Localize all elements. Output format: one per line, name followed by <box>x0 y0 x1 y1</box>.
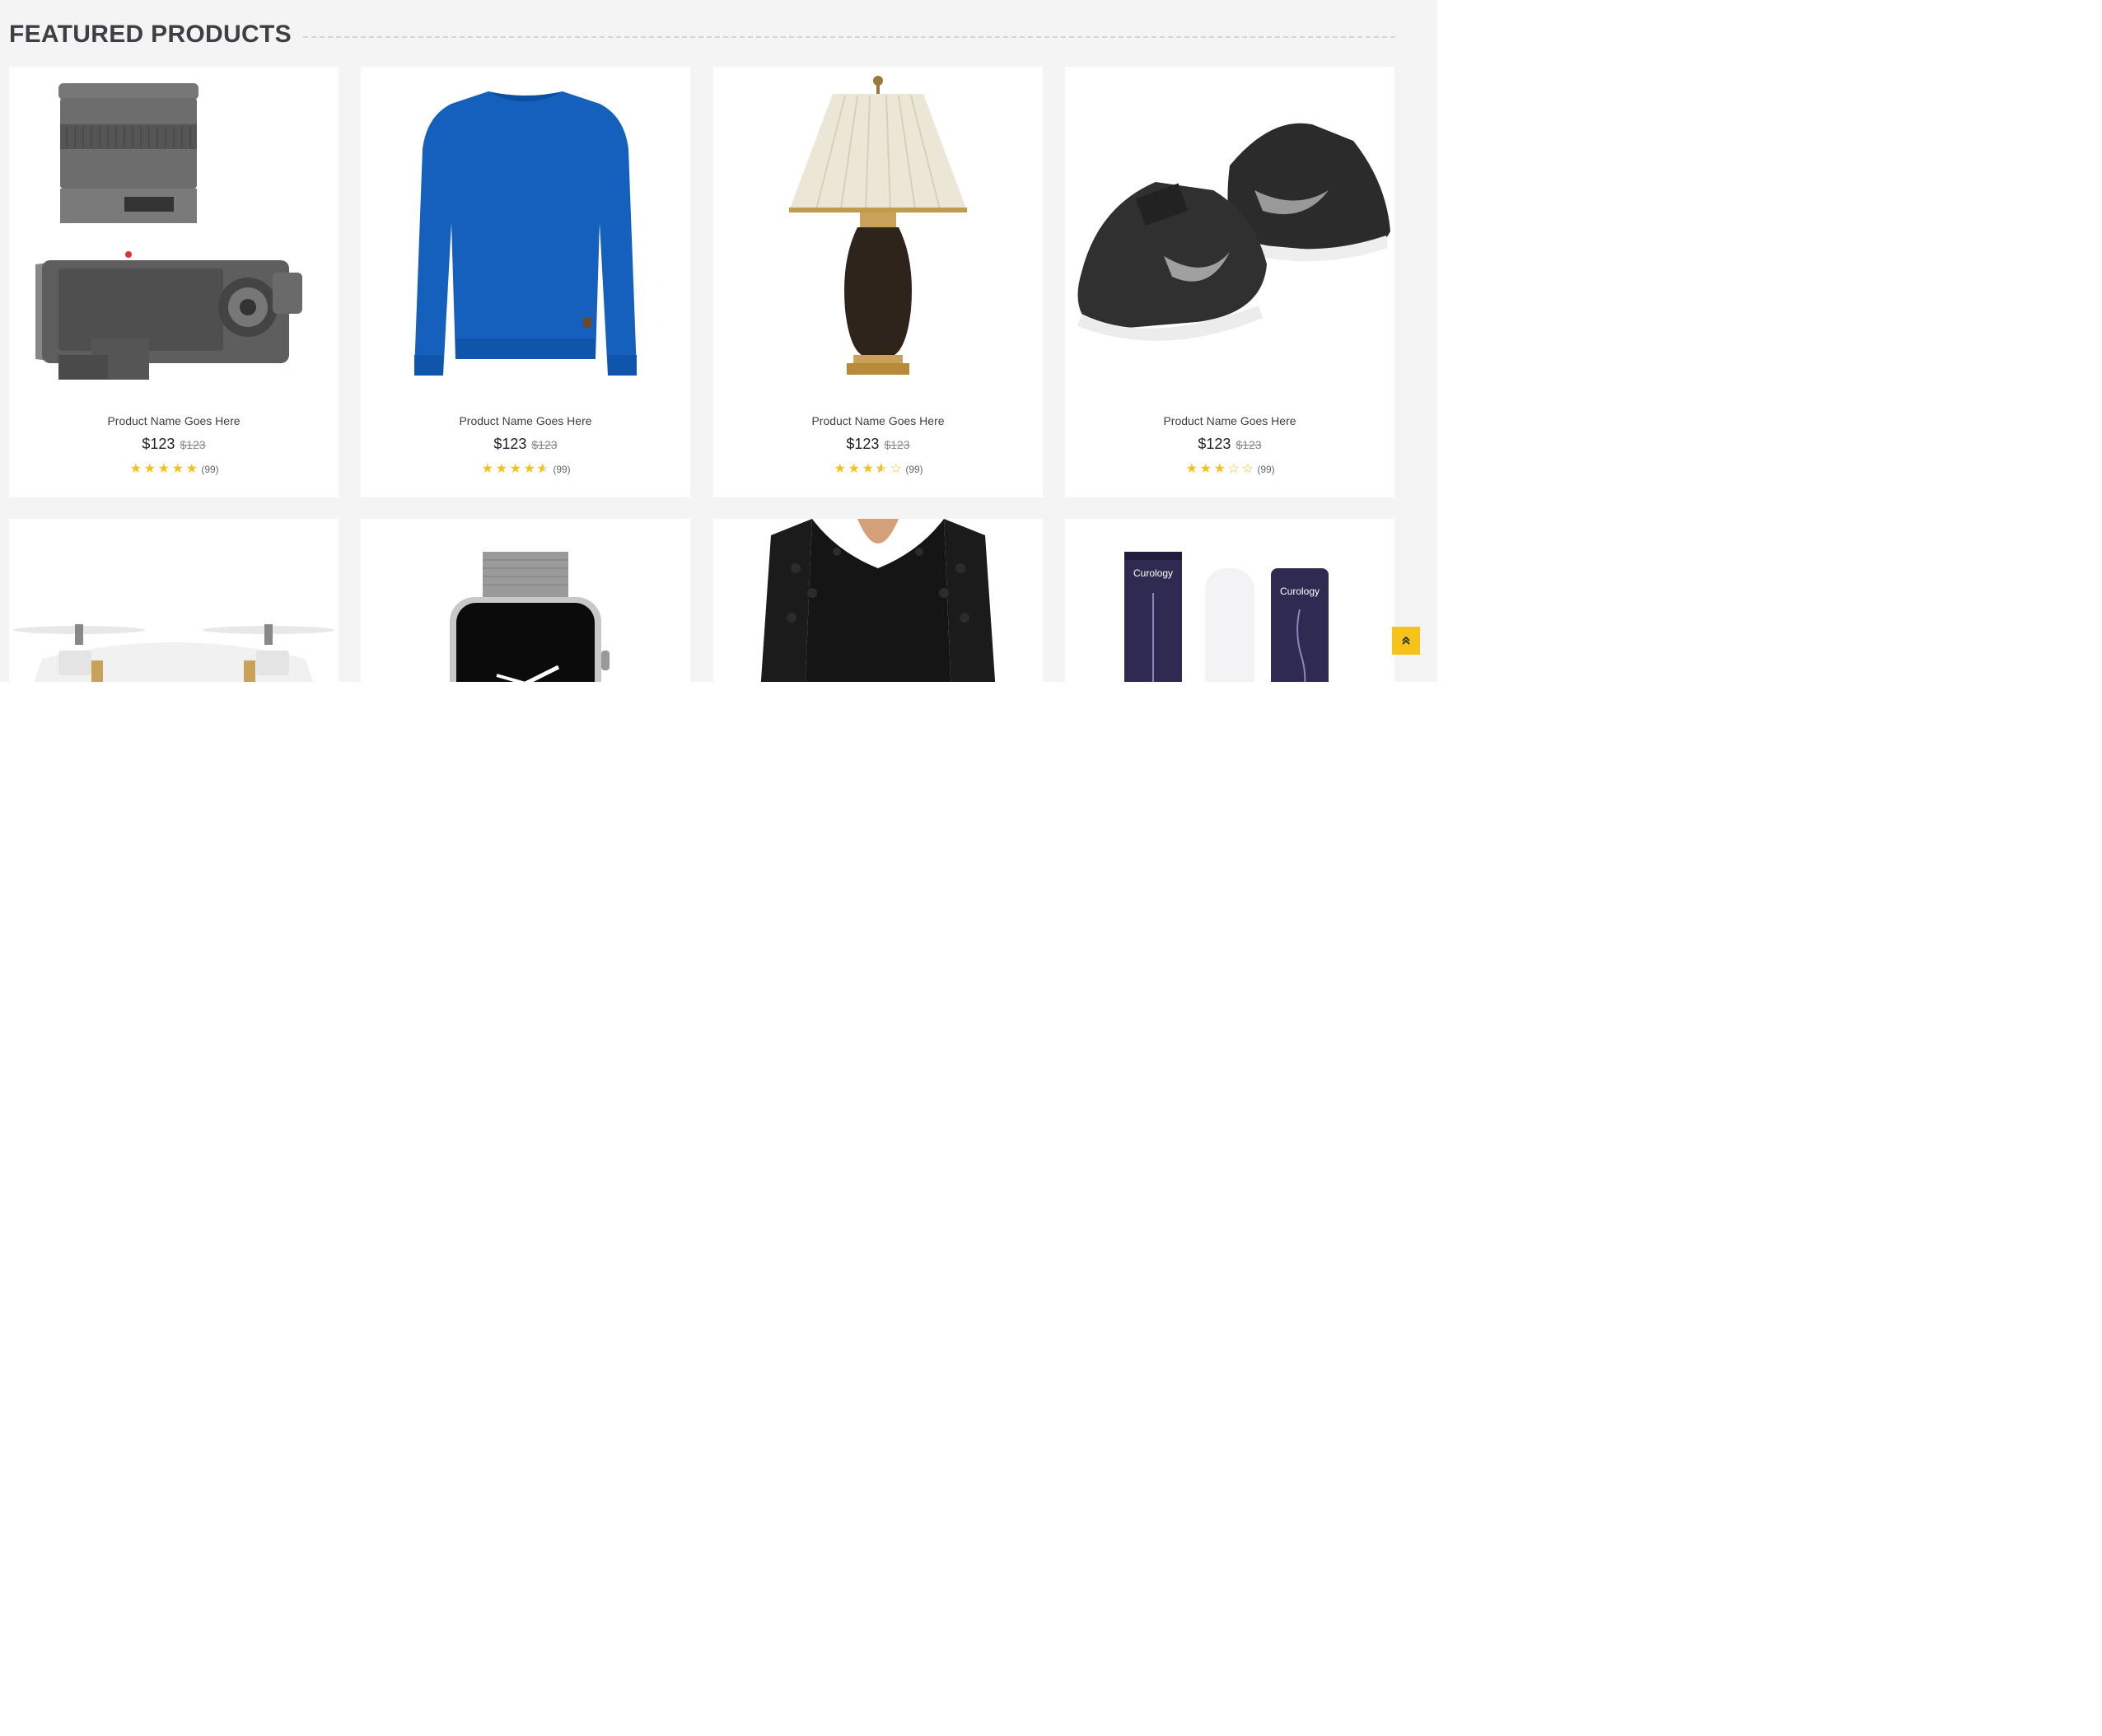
star-full-icon: ★ <box>157 462 170 476</box>
star-full-icon: ★ <box>509 462 521 476</box>
product-image-smartwatch[interactable] <box>361 519 690 682</box>
rating-row: ★★★★★(99) <box>361 460 690 477</box>
star-full-icon: ★ <box>523 462 535 476</box>
star-full-icon: ★ <box>481 462 493 476</box>
product-card[interactable]: Product Name Goes Here $123$123 ★★★★★(99… <box>9 67 339 497</box>
price-row: $123 $123 <box>1065 436 1394 453</box>
star-full-icon: ★ <box>171 462 184 476</box>
product-image-sneakers[interactable] <box>1065 67 1394 396</box>
review-count: (99) <box>201 464 219 475</box>
product-price: $123 <box>1198 436 1231 452</box>
tube-brand-label: Curology <box>1280 586 1320 597</box>
price-row: $123 $123 <box>9 436 339 453</box>
product-name[interactable]: Product Name Goes Here <box>713 414 1043 427</box>
price-row: $123 $123 <box>361 436 690 453</box>
star-full-icon: ★ <box>185 462 198 476</box>
product-name[interactable]: Product Name Goes Here <box>361 414 690 427</box>
rating-row: ★ ★ ★ ☆ ☆ (99) <box>1065 460 1394 477</box>
product-card[interactable]: Product Name Goes Here $123$123 ★★★★☆(99… <box>713 67 1043 497</box>
star-full-icon: ★ <box>1199 462 1212 476</box>
product-image-blue-sweater[interactable] <box>361 67 690 396</box>
double-chevron-up-icon <box>1402 636 1410 645</box>
product-card[interactable]: Product Name Goes Here $123 $123 ★ ★ ★ ☆ ☆ (99… <box>1065 67 1394 497</box>
star-empty-icon: ☆ <box>1241 462 1254 476</box>
star-full-icon: ★ <box>495 462 507 476</box>
product-image-black-lace-dress[interactable] <box>713 519 1043 682</box>
scroll-to-top-button[interactable] <box>1392 627 1420 655</box>
section-divider <box>302 36 1395 38</box>
product-name[interactable]: Product Name Goes Here <box>9 414 339 427</box>
star-full-icon: ★ <box>143 462 156 476</box>
star-full-icon: ★ <box>129 462 142 476</box>
star-empty-icon: ☆ <box>1227 462 1240 476</box>
product-image-skincare-tubes[interactable]: Curology Curology <box>1065 519 1394 682</box>
star-full-icon: ★ <box>848 462 860 476</box>
product-card[interactable] <box>361 519 690 682</box>
product-price: $123 <box>846 436 880 452</box>
star-full-icon: ★ <box>862 462 874 476</box>
page-viewport: FEATURED PRODUCTS Product Name Goes Here… <box>0 0 1437 682</box>
star-half-icon: ★ <box>536 460 550 477</box>
tube-brand-label: Curology <box>1133 567 1173 579</box>
star-half-icon: ★ <box>875 460 889 477</box>
star-full-icon: ★ <box>1185 462 1198 476</box>
product-image-camera[interactable] <box>9 67 339 396</box>
star-full-icon: ★ <box>1213 462 1226 476</box>
product-card[interactable]: Product Name Goes Here $123$123 ★★★★★(99… <box>361 67 690 497</box>
section-title: FEATURED PRODUCTS <box>9 21 292 48</box>
review-count: (99) <box>1257 464 1275 475</box>
star-full-icon: ★ <box>834 462 846 476</box>
star-empty-icon: ☆ <box>890 462 902 476</box>
product-old-price: $123 <box>180 438 206 451</box>
rating-row: ★★★★★(99) <box>9 460 339 477</box>
product-old-price: $123 <box>1236 438 1262 451</box>
product-price: $123 <box>142 436 175 452</box>
review-count: (99) <box>905 464 923 475</box>
rating-row: ★★★★☆(99) <box>713 460 1043 477</box>
product-image-drone[interactable] <box>9 519 339 682</box>
section-header: FEATURED PRODUCTS <box>9 18 1395 51</box>
price-row: $123 $123 <box>713 436 1043 453</box>
product-card[interactable]: Curology Curology <box>1065 519 1394 682</box>
product-old-price: $123 <box>531 438 558 451</box>
product-name[interactable]: Product Name Goes Here <box>1065 414 1394 427</box>
product-card[interactable] <box>713 519 1043 682</box>
product-card[interactable] <box>9 519 339 682</box>
review-count: (99) <box>553 464 571 475</box>
product-price: $123 <box>493 436 527 452</box>
product-old-price: $123 <box>884 438 910 451</box>
product-image-table-lamp[interactable] <box>713 67 1043 396</box>
